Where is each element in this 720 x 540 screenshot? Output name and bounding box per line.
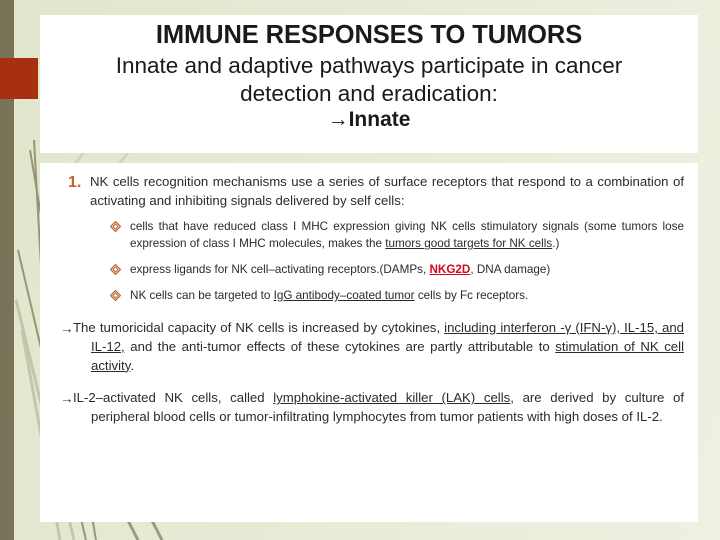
sub-bullet-1-underlined: tumors good targets for NK cells: [385, 237, 553, 251]
arrow-paragraph-text: The tumoricidal capacity of NK cells is …: [73, 319, 684, 376]
sub-bullet-2-part2: , DNA damage): [470, 263, 551, 277]
arrow-paragraph: → IL-2–activated NK cells, called lympho…: [60, 389, 684, 427]
list-number-marker: 1.: [68, 174, 82, 191]
arrow-2-part1: IL-2–activated NK cells, called: [73, 390, 274, 406]
nkg2d-highlight: NKG2D: [429, 263, 471, 277]
arrow-1-part1: The tumoricidal capacity of NK cells is …: [73, 319, 445, 335]
title-subtitle-line-1: Innate and adaptive pathways participate…: [115, 52, 623, 78]
sub-bullet-1-part2: .): [552, 237, 560, 251]
arrow-2-underlined-1: lymphokine-activated killer (LAK) cells: [273, 390, 511, 406]
arrow-1-part2: and the anti-tumor effects of these cyto…: [124, 338, 556, 354]
arrow-1-part3: .: [130, 357, 134, 373]
numbered-item-text: NK cells recognition mechanisms use a se…: [90, 174, 684, 208]
arrow-paragraph: → The tumoricidal capacity of NK cells i…: [60, 319, 684, 376]
arrow-paragraph-text: IL-2–activated NK cells, called lymphoki…: [73, 389, 684, 427]
diamond-bullet-icon: [109, 262, 130, 278]
page-title: IMMUNE RESPONSES TO TUMORS: [155, 21, 583, 49]
sub-bullet-2-part1: express ligands for NK cell–activating r…: [130, 263, 430, 277]
red-accent-block: [0, 58, 38, 99]
sub-bullet-3-part2: cells by Fc receptors.: [414, 289, 529, 302]
title-arrow-innate: →Innate: [327, 107, 411, 131]
title-card: IMMUNE RESPONSES TO TUMORS Innate and ad…: [40, 15, 698, 153]
numbered-item: 1. NK cells recognition mechanisms use a…: [68, 173, 684, 210]
content-card: 1. NK cells recognition mechanisms use a…: [40, 163, 698, 522]
sub-bullet-item: cells that have reduced class I MHC expr…: [109, 219, 684, 253]
sub-bullet-text: cells that have reduced class I MHC expr…: [130, 219, 684, 253]
title-subtitle-line-2: detection and eradication:: [240, 80, 498, 106]
diamond-bullet-icon: [109, 219, 130, 235]
arrow-marker-icon: →: [60, 391, 74, 407]
sub-bullet-3-underlined: IgG antibody–coated tumor: [273, 289, 415, 302]
sub-bullet-3-part1: NK cells can be targeted to: [130, 289, 274, 302]
sub-bullet-item: NK cells can be targeted to IgG antibody…: [109, 288, 684, 305]
diamond-bullet-icon: [109, 288, 130, 304]
arrow-marker-icon: →: [60, 320, 74, 336]
sub-bullet-item: express ligands for NK cell–activating r…: [109, 262, 684, 279]
sub-bullet-text: express ligands for NK cell–activating r…: [130, 262, 684, 279]
slide-canvas: IMMUNE RESPONSES TO TUMORS Innate and ad…: [0, 0, 720, 540]
sub-bullet-text: NK cells can be targeted to IgG antibody…: [130, 288, 684, 305]
